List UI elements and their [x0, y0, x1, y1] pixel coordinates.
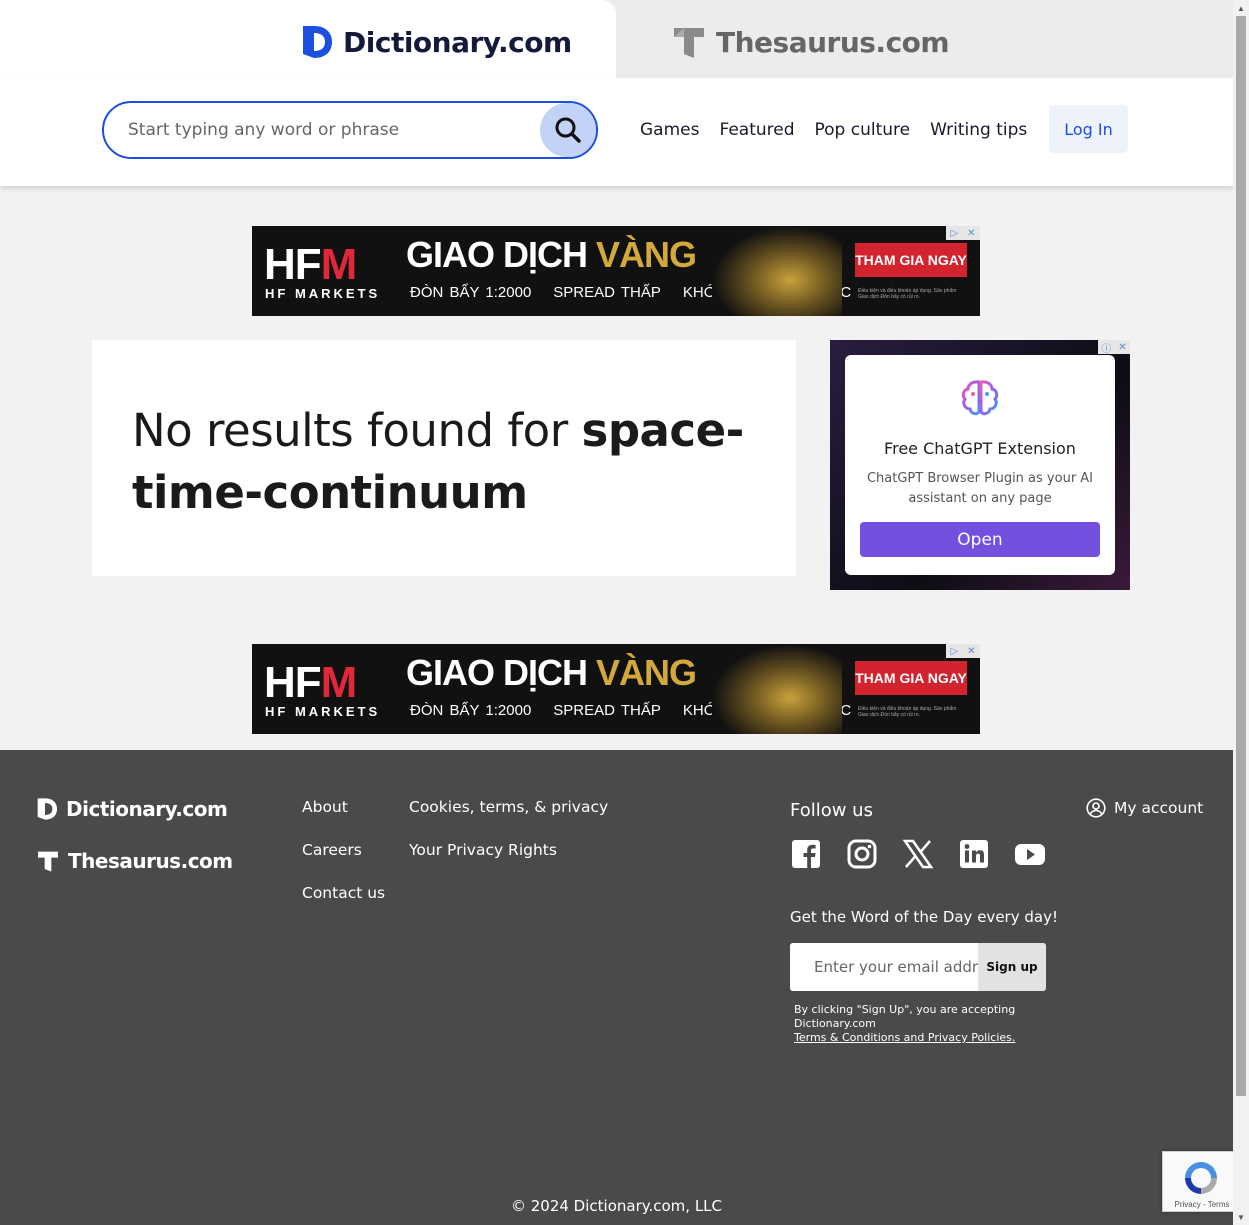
close-icon[interactable]: ✕: [1118, 342, 1126, 353]
scrollbar[interactable]: ▲ ▼: [1233, 0, 1249, 1225]
recaptcha-badge[interactable]: Privacy - Terms: [1162, 1151, 1242, 1212]
nav-featured[interactable]: Featured: [719, 120, 794, 140]
email-field[interactable]: [790, 943, 978, 991]
main-nav: Games Featured Pop culture Writing tips: [640, 120, 1027, 140]
nav-games[interactable]: Games: [640, 120, 699, 140]
brain-icon: [961, 380, 999, 416]
ad-brand-subtitle: HF MARKETS: [265, 286, 381, 301]
thesaurus-logo-icon: [38, 851, 58, 872]
adchoices-icon[interactable]: ▷: [950, 646, 958, 657]
follow-us-heading: Follow us: [790, 800, 873, 821]
dictionary-logo-icon: [303, 26, 332, 58]
tab-thesaurus[interactable]: Thesaurus.com: [672, 24, 950, 60]
nav-writing-tips[interactable]: Writing tips: [930, 120, 1027, 140]
my-account-link[interactable]: My account: [1086, 798, 1203, 818]
ad-headline: GIAO DỊCH VÀNG: [406, 652, 697, 693]
ad-gold-image: [712, 644, 842, 734]
nav-pop-culture[interactable]: Pop culture: [815, 120, 911, 140]
scrollbar-thumb[interactable]: [1236, 16, 1246, 1096]
search-bar: [102, 101, 598, 159]
ad-cta-button[interactable]: THAM GIA NGAY: [855, 661, 967, 695]
my-account-label: My account: [1114, 799, 1204, 817]
ad-brand-logo: HFM: [264, 658, 357, 707]
tab-dictionary[interactable]: Dictionary.com: [0, 0, 616, 78]
footer-thesaurus-logo[interactable]: Thesaurus.com: [36, 849, 233, 873]
close-icon[interactable]: ✕: [967, 646, 975, 657]
copyright: © 2024 Dictionary.com, LLC: [510, 1197, 723, 1215]
footer-link-careers[interactable]: Careers: [302, 841, 362, 859]
info-icon[interactable]: ⓘ: [1101, 340, 1111, 355]
site-tabs: Dictionary.com Thesaurus.com: [0, 0, 1233, 78]
ad-fine-print: Điều kiện và điều khoản áp dụng. Sản phẩ…: [858, 288, 957, 300]
side-ad-desc: ChatGPT Browser Plugin as your AI assist…: [866, 471, 1094, 506]
ad-gold-image: [712, 226, 842, 316]
newsletter-form: Sign up: [790, 943, 1046, 991]
search-input[interactable]: [128, 117, 528, 143]
no-results-heading: No results found for space-time-continuu…: [132, 404, 744, 519]
user-icon: [1086, 798, 1106, 818]
footer-link-privacy-rights[interactable]: Your Privacy Rights: [409, 841, 557, 859]
recaptcha-links[interactable]: Privacy - Terms: [1163, 1200, 1241, 1209]
footer-link-about[interactable]: About: [302, 798, 348, 816]
recaptcha-icon: [1185, 1162, 1217, 1194]
ad-brand-subtitle: HF MARKETS: [265, 704, 381, 719]
footer-dictionary-text: Dictionary.com: [66, 797, 228, 821]
ad-cta-button[interactable]: THAM GIA NGAY: [855, 243, 967, 277]
thesaurus-logo-icon: [674, 28, 704, 58]
footer-link-contact[interactable]: Contact us: [302, 884, 385, 902]
ad-brand-logo: HFM: [264, 240, 357, 289]
linkedin-icon[interactable]: [958, 838, 990, 870]
no-results-panel: No results found for space-time-continuu…: [92, 340, 796, 576]
footer-dictionary-logo[interactable]: Dictionary.com: [36, 797, 228, 821]
footer-link-cookies[interactable]: Cookies, terms, & privacy: [409, 798, 608, 816]
banner-ad-bottom[interactable]: HFM HF MARKETS GIAO DỊCH VÀNG ĐÒN BẨY 1:…: [252, 644, 980, 734]
social-links: [790, 838, 1046, 870]
footer-thesaurus-text: Thesaurus.com: [68, 849, 233, 873]
scroll-down-arrow[interactable]: ▼: [1233, 1209, 1249, 1225]
facebook-icon[interactable]: [790, 838, 822, 870]
word-of-day-heading: Get the Word of the Day every day!: [790, 908, 1058, 926]
ad-choices[interactable]: ▷ ✕: [946, 226, 980, 240]
search-icon: [555, 117, 581, 143]
dictionary-logo-icon: [37, 798, 57, 820]
dictionary-logo[interactable]: Dictionary.com: [301, 24, 572, 60]
x-icon[interactable]: [902, 838, 934, 870]
legal-terms-link[interactable]: Terms & Conditions and Privacy Policies.: [794, 1031, 1015, 1044]
signup-button[interactable]: Sign up: [978, 943, 1046, 991]
side-ad-open-button[interactable]: Open: [860, 522, 1100, 557]
adchoices-icon[interactable]: ▷: [950, 228, 958, 239]
ad-choices[interactable]: ⓘ ✕: [1098, 340, 1130, 355]
ad-choices[interactable]: ▷ ✕: [946, 644, 980, 658]
footer: Dictionary.com Thesaurus.com About Caree…: [0, 750, 1233, 1225]
ad-headline: GIAO DỊCH VÀNG: [406, 234, 697, 275]
dictionary-logo-text: Dictionary.com: [343, 25, 572, 59]
banner-ad-top[interactable]: HFM HF MARKETS GIAO DỊCH VÀNG ĐÒN BẨY 1:…: [252, 226, 980, 316]
side-ad[interactable]: ⓘ ✕ Free ChatGPT Extension ChatGPT Browse…: [830, 340, 1130, 590]
search-button[interactable]: [540, 103, 596, 157]
side-ad-card: Free ChatGPT Extension ChatGPT Browser P…: [845, 355, 1115, 575]
youtube-icon[interactable]: [1014, 838, 1046, 870]
ad-fine-print: Điều kiện và điều khoản áp dụng. Sản phẩ…: [858, 706, 957, 718]
scroll-up-arrow[interactable]: ▲: [1233, 0, 1249, 16]
close-icon[interactable]: ✕: [967, 228, 975, 239]
header: Games Featured Pop culture Writing tips …: [0, 78, 1233, 186]
login-button[interactable]: Log In: [1049, 105, 1128, 153]
legal-text: By clicking "Sign Up", you are accepting…: [794, 1003, 1016, 1030]
signup-legal: By clicking "Sign Up", you are accepting…: [794, 1003, 1034, 1045]
instagram-icon[interactable]: [846, 838, 878, 870]
side-ad-title: Free ChatGPT Extension: [884, 439, 1076, 458]
thesaurus-logo-text: Thesaurus.com: [716, 25, 950, 59]
